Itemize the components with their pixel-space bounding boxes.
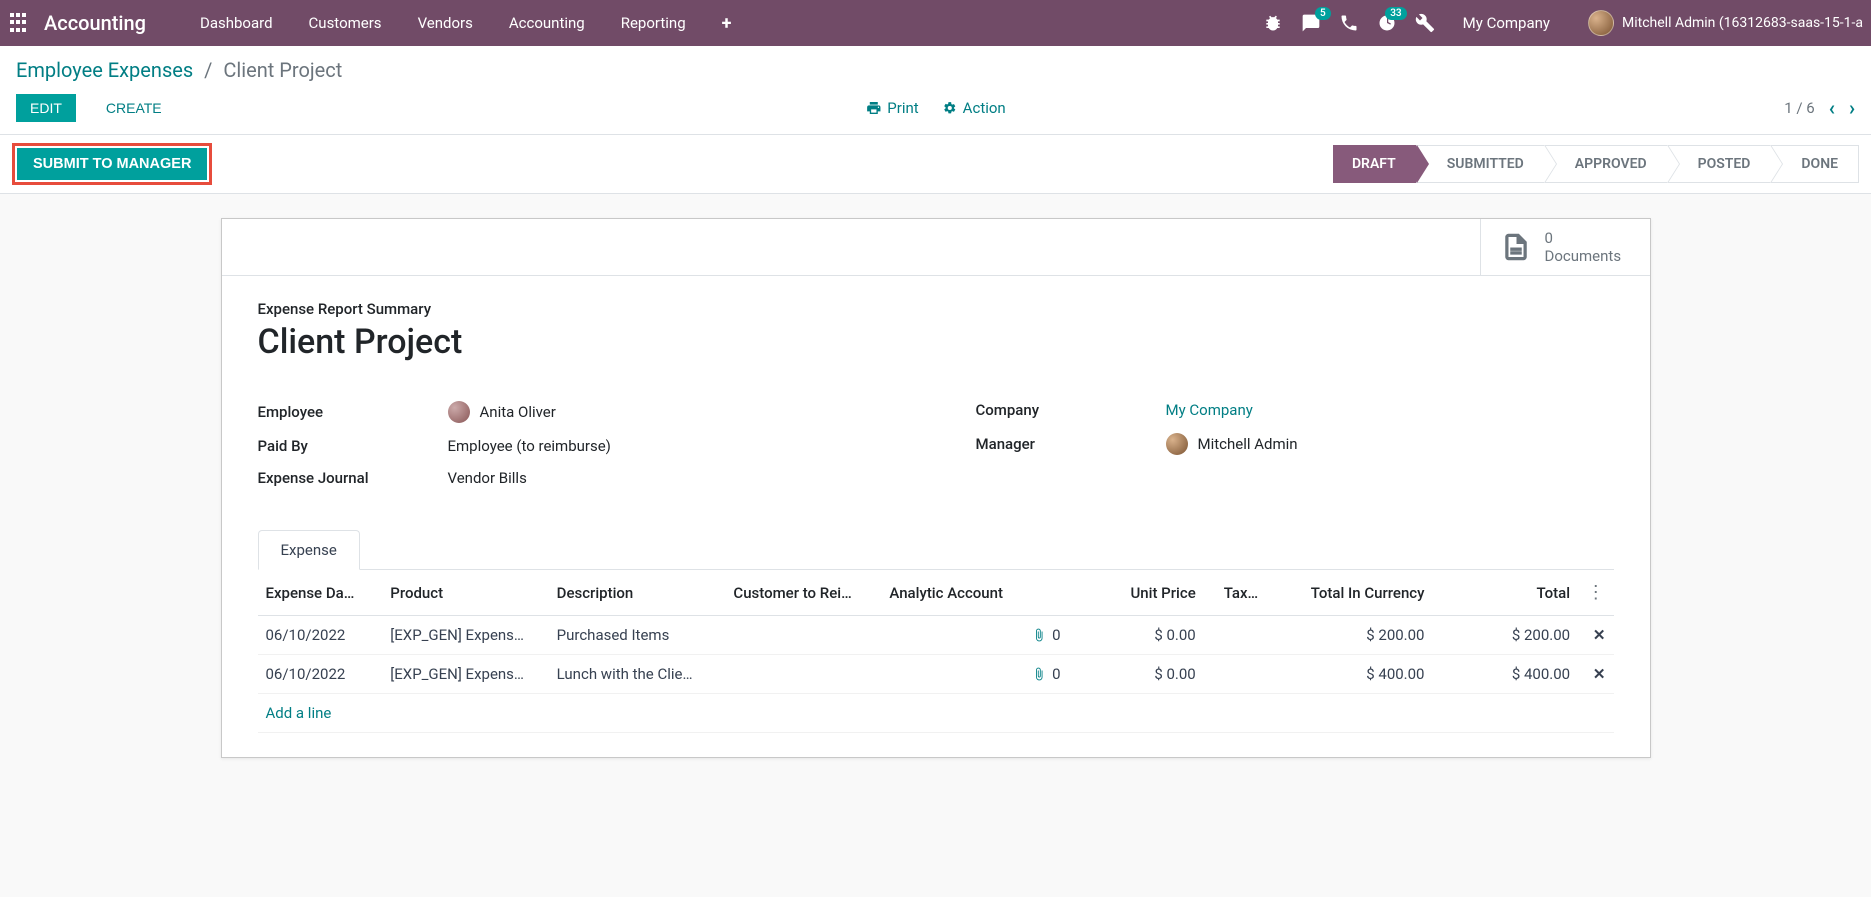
record-title: Client Project xyxy=(258,322,1614,362)
col-header[interactable]: Unit Price xyxy=(1069,570,1204,616)
button-box: 0 Documents xyxy=(222,219,1650,276)
apps-icon[interactable] xyxy=(8,11,32,35)
field-value: Vendor Bills xyxy=(448,469,527,487)
field-row: Paid ByEmployee (to reimburse) xyxy=(258,430,896,462)
stage-submitted[interactable]: Submitted xyxy=(1416,145,1545,183)
form-sheet: 0 Documents Expense Report Summary Clien… xyxy=(221,218,1651,758)
col-header[interactable]: Total xyxy=(1433,570,1579,616)
field-value: Anita Oliver xyxy=(448,401,556,423)
systray: 5 33 My Company Mitchell Admin (16312683… xyxy=(1263,10,1863,36)
documents-count: 0 xyxy=(1545,229,1622,247)
avatar xyxy=(1166,433,1188,455)
company-switcher[interactable]: My Company xyxy=(1463,14,1550,32)
nav-accounting[interactable]: Accounting xyxy=(491,14,603,32)
field-label: Manager xyxy=(976,435,1166,453)
bug-icon[interactable] xyxy=(1263,13,1283,33)
field-label: Company xyxy=(976,401,1166,419)
phone-icon[interactable] xyxy=(1339,13,1359,33)
pager-prev-icon[interactable]: ‹ xyxy=(1829,96,1835,120)
stage-posted[interactable]: Posted xyxy=(1667,145,1772,183)
table-row[interactable]: 06/10/2022[EXP_GEN] Expens…Purchased Ite… xyxy=(258,616,1614,655)
nav-dashboard[interactable]: Dashboard xyxy=(182,14,291,32)
user-menu[interactable]: Mitchell Admin (16312683-saas-15-1-a xyxy=(1588,10,1863,36)
col-header[interactable]: Description xyxy=(549,570,726,616)
documents-stat-button[interactable]: 0 Documents xyxy=(1480,219,1650,275)
user-name: Mitchell Admin (16312683-saas-15-1-a xyxy=(1622,15,1863,31)
nav-reporting[interactable]: Reporting xyxy=(603,14,704,32)
nav-plus-icon[interactable]: + xyxy=(704,13,750,34)
edit-button[interactable]: Edit xyxy=(16,94,76,122)
expense-table: Expense Da…ProductDescriptionCustomer to… xyxy=(258,570,1614,733)
user-avatar xyxy=(1588,10,1614,36)
field-value: Employee (to reimburse) xyxy=(448,437,611,455)
col-header[interactable]: Total In Currency xyxy=(1266,570,1432,616)
col-header[interactable]: Expense Da… xyxy=(258,570,383,616)
gear-icon xyxy=(943,101,957,115)
col-header[interactable]: Product xyxy=(382,570,548,616)
print-icon xyxy=(865,100,881,116)
nav-vendors[interactable]: Vendors xyxy=(400,14,491,32)
field-label: Paid By xyxy=(258,437,448,455)
field-value[interactable]: My Company xyxy=(1166,401,1253,419)
remove-row-icon[interactable]: ✕ xyxy=(1593,626,1606,644)
create-button[interactable]: Create xyxy=(92,94,176,122)
field-row: ManagerMitchell Admin xyxy=(976,426,1614,462)
attachment-icon[interactable] xyxy=(1032,628,1046,642)
action-button[interactable]: Action xyxy=(943,99,1006,117)
col-header[interactable]: Analytic Account xyxy=(881,570,1068,616)
pager: 1 / 6 ‹ › xyxy=(1784,96,1855,120)
field-row: EmployeeAnita Oliver xyxy=(258,394,896,430)
field-row: Expense JournalVendor Bills xyxy=(258,462,896,494)
print-button[interactable]: Print xyxy=(865,99,918,117)
activities-badge: 33 xyxy=(1385,7,1406,20)
messages-icon[interactable]: 5 xyxy=(1301,13,1321,33)
document-icon xyxy=(1501,232,1531,262)
field-row: CompanyMy Company xyxy=(976,394,1614,426)
messages-badge: 5 xyxy=(1315,7,1331,20)
nav-customers[interactable]: Customers xyxy=(291,14,400,32)
stage-done[interactable]: Done xyxy=(1770,145,1859,183)
control-panel: Employee Expenses / Client Project Edit … xyxy=(0,46,1871,135)
statusbar: Submit to Manager DraftSubmittedApproved… xyxy=(0,135,1871,194)
kebab-icon[interactable]: ⋮ xyxy=(1587,582,1605,603)
brand-title[interactable]: Accounting xyxy=(44,11,146,35)
tab-expense[interactable]: Expense xyxy=(258,530,360,570)
section-label: Expense Report Summary xyxy=(258,300,1614,318)
table-row[interactable]: 06/10/2022[EXP_GEN] Expens…Lunch with th… xyxy=(258,655,1614,694)
submit-to-manager-button[interactable]: Submit to Manager xyxy=(17,148,207,180)
stage-approved[interactable]: Approved xyxy=(1544,145,1668,183)
highlight-box: Submit to Manager xyxy=(12,143,212,185)
avatar xyxy=(448,401,470,423)
activities-icon[interactable]: 33 xyxy=(1377,13,1397,33)
attachment-icon[interactable] xyxy=(1032,667,1046,681)
stage-flow: DraftSubmittedApprovedPostedDone xyxy=(1334,145,1859,183)
field-label: Expense Journal xyxy=(258,469,448,487)
field-label: Employee xyxy=(258,403,448,421)
remove-row-icon[interactable]: ✕ xyxy=(1593,665,1606,683)
stage-draft[interactable]: Draft xyxy=(1333,145,1417,183)
top-navbar: Accounting Dashboard Customers Vendors A… xyxy=(0,0,1871,46)
pager-next-icon[interactable]: › xyxy=(1849,96,1855,120)
documents-label: Documents xyxy=(1545,247,1622,265)
breadcrumb-current: Client Project xyxy=(223,58,342,82)
col-header[interactable]: Customer to Rei… xyxy=(725,570,881,616)
tools-icon[interactable] xyxy=(1415,13,1435,33)
pager-text[interactable]: 1 / 6 xyxy=(1784,99,1815,117)
col-header[interactable]: Tax… xyxy=(1204,570,1266,616)
breadcrumb: Employee Expenses / Client Project xyxy=(16,58,342,82)
field-value: Mitchell Admin xyxy=(1166,433,1298,455)
breadcrumb-parent[interactable]: Employee Expenses xyxy=(16,58,193,82)
add-line-button[interactable]: Add a line xyxy=(258,694,1614,733)
